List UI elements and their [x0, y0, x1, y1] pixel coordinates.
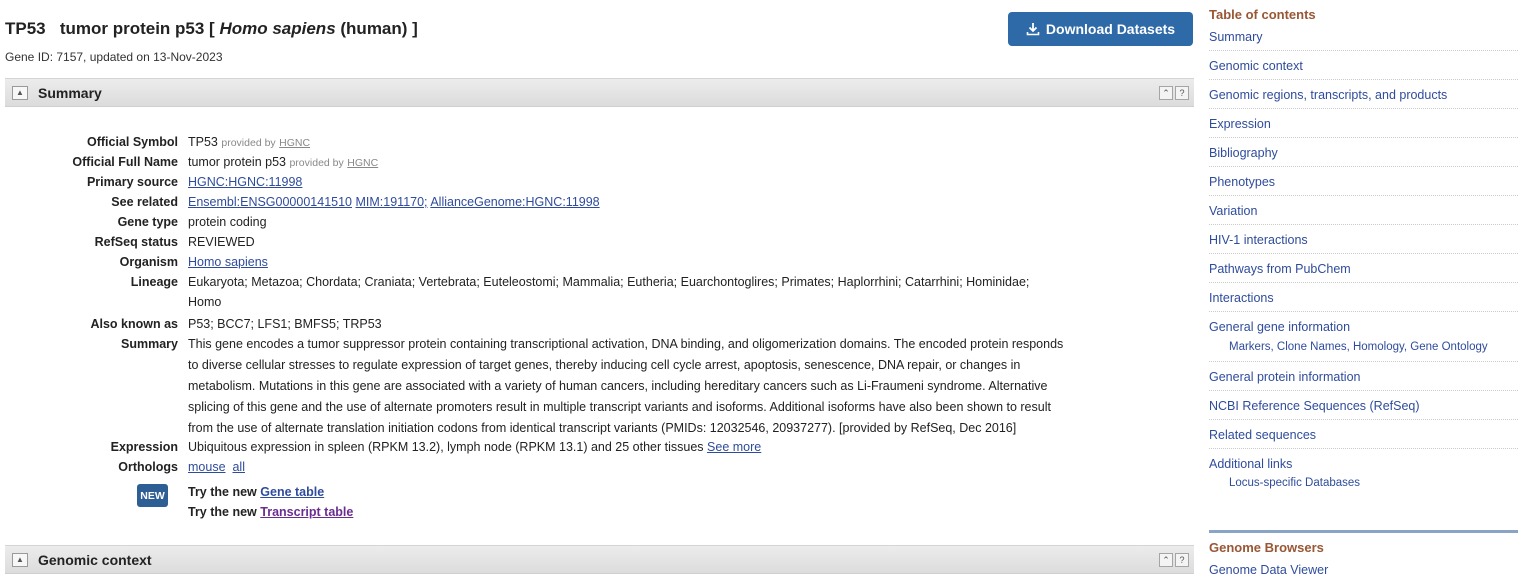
organism-link[interactable]: Homo sapiens [188, 255, 268, 269]
download-datasets-button[interactable]: Download Datasets [1008, 12, 1193, 46]
go-to-top-icon[interactable]: ⌃ [1159, 553, 1173, 567]
summary-line: from the use of alternate translation in… [188, 421, 1017, 435]
summary-label: Summary [121, 337, 178, 351]
toc-sub-locus-specific[interactable]: Locus-specific Databases [1229, 477, 1360, 489]
orthologs-all-link[interactable]: all [232, 460, 245, 474]
lineage-value-line2: Homo [188, 295, 222, 309]
toc-item-genomic-regions[interactable]: Genomic regions, transcripts, and produc… [1209, 80, 1518, 109]
also-known-as-value: P53; BCC7; LFS1; BMFS5; TRP53 [188, 317, 382, 331]
help-icon[interactable]: ? [1175, 553, 1189, 567]
toc-item-pathways[interactable]: Pathways from PubChem [1209, 254, 1518, 283]
try-transcript-table: Try the new Transcript table [188, 505, 353, 519]
toc-item-general-gene-info[interactable]: General gene information [1209, 320, 1350, 334]
orthologs-label: Orthologs [118, 460, 178, 474]
primary-source-label: Primary source [86, 175, 178, 189]
toc-item-additional-links[interactable]: Additional links [1209, 457, 1292, 471]
lineage-value-line1: Eukaryota; Metazoa; Chordata; Craniata; … [188, 275, 1030, 289]
summary-line: This gene encodes a tumor suppressor pro… [188, 337, 1064, 351]
summary-section-header[interactable]: ▲ Summary ⌃ ? [5, 78, 1194, 107]
try-gene-table: Try the new Gene table [188, 485, 324, 499]
toc-item-bibliography[interactable]: Bibliography [1209, 138, 1518, 167]
download-icon [1026, 23, 1040, 36]
summary-line: metabolism. Mutations in this gene are a… [188, 379, 1048, 393]
official-symbol-value: TP53 [188, 135, 218, 149]
mim-link[interactable]: MIM:191170; [356, 195, 428, 209]
sidebar-divider [1209, 530, 1518, 533]
sidebar: Table of contents Summary Genomic contex… [1209, 0, 1518, 585]
primary-source-link[interactable]: HGNC:HGNC:11998 [188, 175, 302, 189]
organism-label: Organism [119, 255, 178, 269]
toc-item-hiv-interactions[interactable]: HIV-1 interactions [1209, 225, 1518, 254]
toc-item-expression[interactable]: Expression [1209, 109, 1518, 138]
gene-type-label: Gene type [117, 215, 178, 229]
toc-item-general-gene-container: General gene information [1209, 312, 1518, 362]
expression-label: Expression [110, 440, 178, 454]
new-badge: NEW [137, 484, 168, 507]
toc-heading: Table of contents [1209, 7, 1316, 22]
summary-section-title: Summary [38, 84, 102, 101]
collapse-arrow-icon[interactable]: ▲ [12, 552, 28, 567]
collapse-arrow-icon[interactable]: ▲ [12, 85, 28, 100]
toc-item-variation[interactable]: Variation [1209, 196, 1518, 225]
genome-browsers-heading: Genome Browsers [1209, 540, 1324, 555]
gene-meta: Gene ID: 7157, updated on 13-Nov-2023 [5, 50, 223, 64]
gene-table-link[interactable]: Gene table [260, 485, 324, 499]
official-full-name-label: Official Full Name [72, 155, 178, 169]
download-label: Download Datasets [1045, 21, 1176, 37]
main-content: TP53 tumor protein p53 [ Homo sapiens (h… [0, 0, 1194, 585]
see-related-label: See related [111, 195, 178, 209]
expression-value: Ubiquitous expression in spleen (RPKM 13… [188, 440, 704, 454]
official-symbol-label: Official Symbol [87, 135, 178, 149]
gene-type-value: protein coding [188, 215, 267, 229]
toc-sub-gene-markers[interactable]: Markers, Clone Names, Homology, Gene Ont… [1229, 341, 1488, 353]
try-gene-prefix: Try the new [188, 485, 257, 499]
genomic-context-section-header[interactable]: ▲ Genomic context ⌃ ? [5, 545, 1194, 574]
provided-by-text: provided by [289, 157, 344, 169]
summary-line: splicing of this gene and the use of alt… [188, 400, 1051, 414]
toc-item-general-protein-info[interactable]: General protein information [1209, 362, 1518, 391]
official-full-name-value: tumor protein p53 [188, 155, 286, 169]
summary-text: This gene encodes a tumor suppressor pro… [188, 334, 1178, 439]
toc-item-summary[interactable]: Summary [1209, 22, 1518, 51]
summary-line: to diverse cellular stresses to regulate… [188, 358, 1021, 372]
see-more-link[interactable]: See more [707, 440, 761, 454]
refseq-status-label: RefSeq status [94, 235, 178, 249]
toc-item-phenotypes[interactable]: Phenotypes [1209, 167, 1518, 196]
hgnc-link[interactable]: HGNC [347, 157, 378, 169]
orthologs-mouse-link[interactable]: mouse [188, 460, 226, 474]
toc-item-related-sequences[interactable]: Related sequences [1209, 420, 1518, 449]
organism-tail: (human) ] [340, 19, 418, 38]
refseq-status-value: REVIEWED [188, 235, 255, 249]
organism-italic: Homo sapiens [219, 19, 336, 38]
also-known-as-label: Also known as [90, 317, 178, 331]
hgnc-link[interactable]: HGNC [279, 137, 310, 149]
transcript-table-link[interactable]: Transcript table [260, 505, 353, 519]
gene-symbol: TP53 [5, 19, 46, 38]
alliance-genome-link[interactable]: AllianceGenome:HGNC:11998 [430, 195, 599, 209]
try-transcript-prefix: Try the new [188, 505, 257, 519]
ensembl-link[interactable]: Ensembl:ENSG00000141510 [188, 195, 352, 209]
help-icon[interactable]: ? [1175, 86, 1189, 100]
toc-item-interactions[interactable]: Interactions [1209, 283, 1518, 312]
go-to-top-icon[interactable]: ⌃ [1159, 86, 1173, 100]
page-title: TP53 tumor protein p53 [ Homo sapiens (h… [5, 19, 418, 39]
provided-by-text: provided by [221, 137, 276, 149]
gene-name: tumor protein p53 [ [59, 19, 215, 38]
toc-item-genomic-context[interactable]: Genomic context [1209, 51, 1518, 80]
toc-item-additional-links-container: Additional links [1209, 449, 1518, 497]
lineage-label: Lineage [130, 275, 178, 289]
genomic-context-section-title: Genomic context [38, 551, 152, 568]
genome-data-viewer-link[interactable]: Genome Data Viewer [1209, 563, 1328, 577]
toc-item-refseq[interactable]: NCBI Reference Sequences (RefSeq) [1209, 391, 1518, 420]
